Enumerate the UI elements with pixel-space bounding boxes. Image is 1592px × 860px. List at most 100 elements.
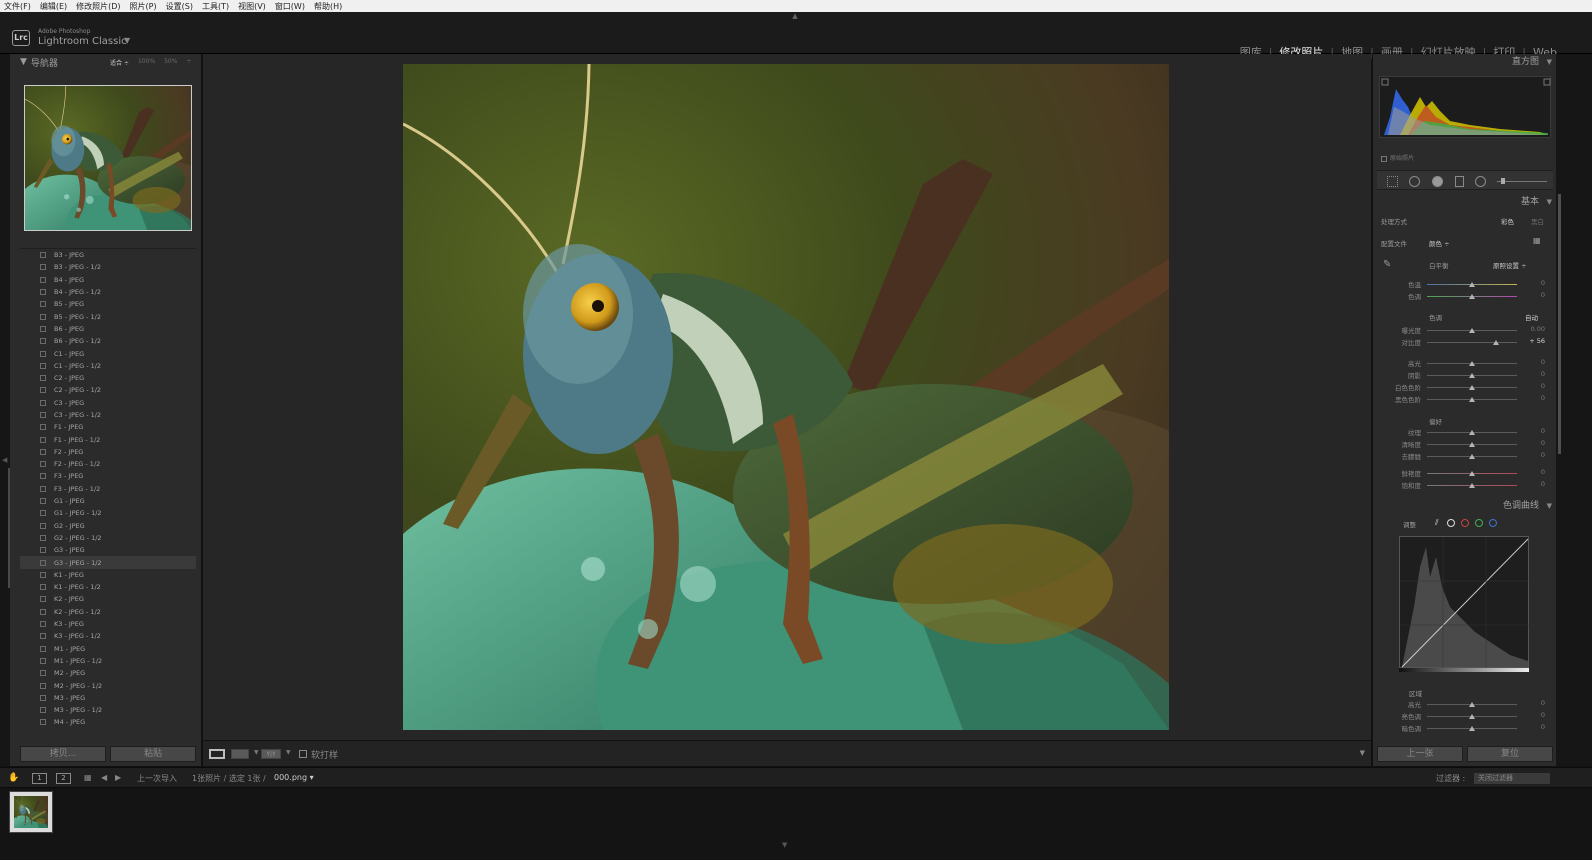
loupe-view-button[interactable] [209,749,225,759]
crop-icon[interactable] [1387,176,1398,187]
vibrance-slider[interactable]: 鲜艳度 0 [1373,468,1557,480]
filename-select[interactable]: 000.png ▾ [274,773,314,782]
curve-darks-slider[interactable]: 暗色调 0 [1373,723,1557,735]
texture-slider[interactable]: 纹理 0 [1373,427,1557,439]
shadows-slider[interactable]: 阴影 0 [1373,370,1557,382]
preset-item[interactable]: G1 - JPEG - 1/2 [20,507,196,519]
highlight-clipping-icon[interactable] [1543,78,1551,86]
primary-window-button[interactable]: 1 [32,773,47,784]
preset-item[interactable]: K3 - JPEG [20,618,196,630]
toolbar-menu-icon[interactable]: ▼ [1360,749,1365,757]
menu-tools[interactable]: 工具(T) [202,1,229,12]
original-photo-toggle[interactable]: 原始照片 [1381,153,1414,162]
zoom-more[interactable]: ÷ [186,58,191,67]
main-photo[interactable] [403,64,1169,730]
chevron-down-icon[interactable]: ▼ [286,749,291,756]
collapse-triangle-icon[interactable]: ▼ [1547,498,1552,514]
lock-icon[interactable]: ✋ [8,773,19,783]
preset-item[interactable]: M4 - JPEG [20,716,196,728]
preset-item[interactable]: G1 - JPEG [20,495,196,507]
preset-item[interactable]: K2 - JPEG [20,593,196,605]
spot-removal-icon[interactable] [1409,176,1420,187]
preset-item[interactable]: F2 - JPEG [20,446,196,458]
preset-item[interactable]: F3 - JPEG [20,470,196,482]
graduated-filter-icon[interactable] [1455,176,1464,187]
curve-lights-slider[interactable]: 亮色调 0 [1373,711,1557,723]
before-after-mode-button[interactable]: Y|Y [261,749,281,759]
treatment-color-button[interactable]: 彩色 [1501,216,1514,226]
preset-item[interactable]: G2 - JPEG [20,520,196,532]
preset-item[interactable]: B4 - JPEG - 1/2 [20,286,196,298]
preset-item[interactable]: M3 - JPEG [20,692,196,704]
point-curve-icon[interactable]: ⫽ [1435,518,1439,528]
filter-select[interactable]: 关闭过滤器 [1474,773,1550,784]
filmstrip-thumbnail[interactable] [9,791,53,833]
exposure-slider[interactable]: 曝光度 0.00 [1373,325,1557,337]
blue-curve-icon[interactable] [1489,519,1497,527]
blacks-slider[interactable]: 黑色色阶 0 [1373,394,1557,406]
preset-item[interactable]: M1 - JPEG - 1/2 [20,655,196,667]
eyedropper-icon[interactable]: ✎ [1383,259,1391,270]
preset-item[interactable]: M3 - JPEG - 1/2 [20,704,196,716]
menu-help[interactable]: 帮助(H) [314,1,342,12]
chevron-down-icon[interactable]: ▼ [124,36,130,45]
soft-proof-checkbox[interactable] [299,750,307,758]
contrast-slider[interactable]: 对比度 + 56 [1373,337,1557,349]
auto-tone-button[interactable]: 自动 [1525,312,1538,322]
reset-button[interactable]: 复位 [1467,746,1553,762]
paste-button[interactable]: 粘贴 [110,746,196,762]
zoom-100[interactable]: 100% [138,58,155,67]
preset-item[interactable]: M1 - JPEG [20,643,196,655]
menu-window[interactable]: 窗口(W) [275,1,305,12]
menu-photo[interactable]: 照片(P) [130,1,157,12]
profile-select[interactable]: 颜色 ÷ [1429,238,1450,248]
navigator-preview[interactable] [24,85,192,231]
preset-item[interactable]: F1 - JPEG - 1/2 [20,433,196,445]
preset-item[interactable]: B6 - JPEG [20,323,196,335]
original-photo-checkbox[interactable] [1381,155,1387,162]
profile-browser-icon[interactable]: ▦ [1533,236,1541,245]
saturation-slider[interactable]: 饱和度 0 [1373,480,1557,492]
copy-button[interactable]: 拷贝... [20,746,106,762]
basic-header[interactable]: 基本 ▼ [1373,194,1557,210]
collapse-bottom-icon[interactable]: ▼ [782,841,787,849]
whites-slider[interactable]: 白色色阶 0 [1373,382,1557,394]
zoom-fit[interactable]: 适合 ÷ [110,58,129,67]
adjustment-brush-icon[interactable] [1497,178,1547,184]
collapse-triangle-icon[interactable]: ▼ [1547,54,1552,70]
navigator-header[interactable]: ▼ 导航器 适合 ÷ 100% 50% ÷ [10,54,201,70]
redeye-icon[interactable] [1432,176,1443,187]
preset-item[interactable]: B6 - JPEG - 1/2 [20,335,196,347]
tint-slider[interactable]: 色调 0 [1373,291,1557,303]
preset-item[interactable]: C2 - JPEG [20,372,196,384]
histogram-header[interactable]: 直方图 ▼ [1373,54,1557,70]
treatment-bw-button[interactable]: 黑白 [1531,216,1544,226]
right-panel-edge[interactable] [1556,54,1592,766]
tone-curve-graph[interactable] [1399,536,1530,669]
preset-item[interactable]: F2 - JPEG - 1/2 [20,458,196,470]
preset-item[interactable]: B5 - JPEG - 1/2 [20,310,196,322]
preset-item[interactable]: B5 - JPEG [20,298,196,310]
wb-select[interactable]: 原照设置 ÷ [1493,260,1527,270]
preset-item[interactable]: G3 - JPEG [20,544,196,556]
preset-item[interactable]: C2 - JPEG - 1/2 [20,384,196,396]
tone-curve-header[interactable]: 色调曲线 ▼ [1373,498,1557,514]
preset-item[interactable]: M2 - JPEG [20,667,196,679]
preset-item[interactable]: G2 - JPEG - 1/2 [20,532,196,544]
menu-settings[interactable]: 设置(S) [166,1,193,12]
preset-item[interactable]: C3 - JPEG [20,397,196,409]
shadow-clipping-icon[interactable] [1381,78,1389,86]
collapse-top-icon[interactable]: ▲ [790,12,800,20]
rgb-curve-icon[interactable] [1447,519,1455,527]
dehaze-slider[interactable]: 去朦胧 0 [1373,451,1557,463]
temp-slider[interactable]: 色温 0 [1373,279,1557,291]
menu-develop[interactable]: 修改照片(D) [76,1,120,12]
histogram[interactable] [1379,76,1551,138]
secondary-window-button[interactable]: 2 [56,773,71,784]
preset-item[interactable]: C1 - JPEG [20,347,196,359]
collapse-triangle-icon[interactable]: ▼ [20,57,27,67]
preset-item[interactable]: F1 - JPEG [20,421,196,433]
preset-item[interactable]: B3 - JPEG [20,249,196,261]
grid-icon[interactable]: ▦ [84,773,92,782]
red-curve-icon[interactable] [1461,519,1469,527]
